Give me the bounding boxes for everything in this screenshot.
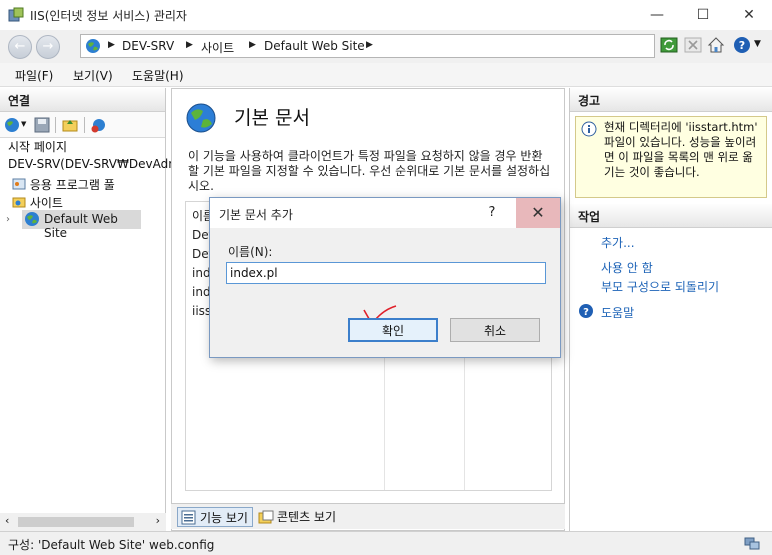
svg-text:?: ?: [739, 39, 745, 52]
view-tabs: 기능 보기 콘텐츠 보기: [171, 503, 565, 529]
menu-help[interactable]: 도움말(H): [132, 67, 184, 84]
feature-description: 이 기능을 사용하여 클라이언트가 특정 파일을 요청하지 않을 경우 반환할 …: [188, 149, 551, 193]
tree-default-web-site[interactable]: Default Web Site: [22, 210, 141, 240]
window-title: IIS(인터넷 정보 서비스) 관리자: [30, 9, 187, 23]
tab-features-view[interactable]: 기능 보기: [177, 507, 253, 527]
features-view-icon: [181, 510, 196, 525]
connect-icon[interactable]: [4, 117, 20, 133]
question-icon: ?: [488, 205, 496, 220]
back-button[interactable]: ←: [8, 35, 32, 59]
address-bar[interactable]: ▶ DEV-SRV ▶ 사이트 ▶ Default Web Site ▶: [80, 34, 655, 58]
actions-pane: 경고 현재 디렉터리에 'iisstart.htm' 파일이 있습니다. 성능을…: [569, 88, 772, 531]
home-icon[interactable]: [707, 36, 725, 54]
svg-text:?: ?: [583, 307, 589, 318]
connections-pane: 연결 ▼ 시작 페이지 DEV-SRV(DEV-SRV₩DevAdm 응용 프로…: [0, 88, 180, 531]
breadcrumb-site[interactable]: Default Web Site: [264, 39, 365, 53]
close-button[interactable]: ✕: [726, 0, 772, 30]
tree-server[interactable]: DEV-SRV(DEV-SRV₩DevAdm: [8, 157, 180, 171]
tab-content-view-label: 콘텐츠 보기: [277, 510, 337, 524]
minimize-button[interactable]: —: [634, 0, 680, 30]
stop-icon[interactable]: [684, 36, 702, 54]
chevron-right-icon[interactable]: ›: [6, 214, 10, 225]
tree-sites-label: 사이트: [29, 196, 63, 210]
page-title: 기본 문서: [234, 107, 310, 129]
folder-icon: [12, 197, 26, 208]
chevron-down-icon: ▼: [754, 39, 761, 49]
maximize-icon: ☐: [696, 7, 710, 23]
breadcrumb-arrow-icon: ▶: [108, 40, 115, 50]
action-help[interactable]: 도움말: [601, 304, 634, 321]
cancel-button[interactable]: 취소: [450, 318, 540, 342]
globe-icon: [25, 212, 39, 226]
save-icon[interactable]: [34, 117, 50, 133]
ok-button[interactable]: 확인: [348, 318, 438, 342]
tab-content-view[interactable]: 콘텐츠 보기: [255, 507, 340, 527]
close-icon: ✕: [531, 203, 545, 222]
add-default-document-dialog: 기본 문서 추가 ? ✕ 이름(N): 확인 취소: [209, 197, 561, 358]
horizontal-scrollbar[interactable]: ‹ ›: [0, 513, 166, 531]
app-pool-icon: [12, 178, 26, 190]
actions-header: 작업: [570, 204, 772, 228]
breadcrumb-arrow-icon: ▶: [186, 40, 193, 50]
address-row: ← → ▶ DEV-SRV ▶ 사이트 ▶ Default Web Site ▶…: [0, 30, 772, 63]
up-level-icon[interactable]: [62, 117, 78, 133]
globe-icon: [186, 103, 216, 133]
connections-toolbar: ▼: [0, 112, 165, 138]
alerts-header: 경고: [570, 88, 772, 112]
help-dropdown[interactable]: ? ▼: [733, 36, 767, 56]
alert-message: 현재 디렉터리에 'iisstart.htm' 파일이 있습니다. 성능을 높이…: [604, 120, 758, 179]
iis-app-icon: [8, 7, 24, 22]
refresh-icon[interactable]: [660, 36, 678, 54]
disconnect-icon[interactable]: [91, 117, 107, 133]
scroll-left-icon[interactable]: ‹: [5, 514, 9, 527]
breadcrumb-server[interactable]: DEV-SRV: [122, 39, 174, 53]
connections-header: 연결: [0, 88, 165, 112]
arrow-left-icon: ←: [14, 39, 26, 54]
breadcrumb-arrow-icon: ▶: [249, 40, 256, 50]
status-text: 구성: 'Default Web Site' web.config: [8, 538, 215, 552]
help-icon: ?: [579, 304, 593, 318]
menu-view[interactable]: 보기(V): [73, 67, 113, 84]
menu-file[interactable]: 파일(F): [15, 67, 53, 84]
name-field-label: 이름(N):: [228, 245, 273, 259]
menu-bar: 파일(F) 보기(V) 도움말(H): [0, 63, 772, 87]
dialog-title: 기본 문서 추가: [219, 208, 293, 222]
tree-app-pools-label: 응용 프로그램 풀: [29, 178, 115, 192]
minimize-icon: —: [650, 7, 664, 23]
dialog-help-button[interactable]: ?: [470, 198, 514, 228]
close-icon: ✕: [743, 7, 755, 23]
scrollbar-thumb[interactable]: [18, 517, 134, 527]
tree-app-pools[interactable]: 응용 프로그램 풀: [12, 176, 115, 193]
forward-button[interactable]: →: [36, 35, 60, 59]
toolbar-divider: [55, 117, 56, 133]
globe-icon: [86, 39, 100, 53]
tree-start-page[interactable]: 시작 페이지: [8, 138, 67, 155]
breadcrumb-sites[interactable]: 사이트: [201, 39, 234, 56]
toolbar-divider: [84, 117, 85, 133]
scroll-right-icon[interactable]: ›: [156, 514, 160, 527]
action-add[interactable]: 추가...: [601, 234, 635, 251]
maximize-button[interactable]: ☐: [680, 0, 726, 30]
breadcrumb-arrow-icon: ▶: [366, 40, 373, 50]
content-view-icon: [258, 510, 274, 524]
tab-features-view-label: 기능 보기: [200, 511, 248, 525]
tree-default-web-site-label: Default Web Site: [44, 212, 118, 240]
help-icon: ?: [734, 37, 750, 53]
status-bar: 구성: 'Default Web Site' web.config: [0, 531, 772, 555]
dialog-close-button[interactable]: ✕: [516, 198, 560, 228]
chevron-down-icon[interactable]: ▼: [21, 120, 26, 128]
alert-message-box: 현재 디렉터리에 'iisstart.htm' 파일이 있습니다. 성능을 높이…: [575, 116, 767, 198]
dialog-title-bar: 기본 문서 추가 ? ✕: [210, 198, 560, 228]
title-bar: IIS(인터넷 정보 서비스) 관리자 — ☐ ✕: [0, 0, 772, 30]
action-revert-to-parent[interactable]: 부모 구성으로 되돌리기: [601, 278, 719, 295]
network-icon: [744, 537, 760, 550]
action-disable[interactable]: 사용 안 함: [601, 259, 653, 276]
name-input[interactable]: [226, 262, 546, 284]
tree-sites[interactable]: 사이트: [12, 194, 63, 211]
arrow-right-icon: →: [42, 39, 54, 54]
info-icon: [581, 121, 597, 137]
